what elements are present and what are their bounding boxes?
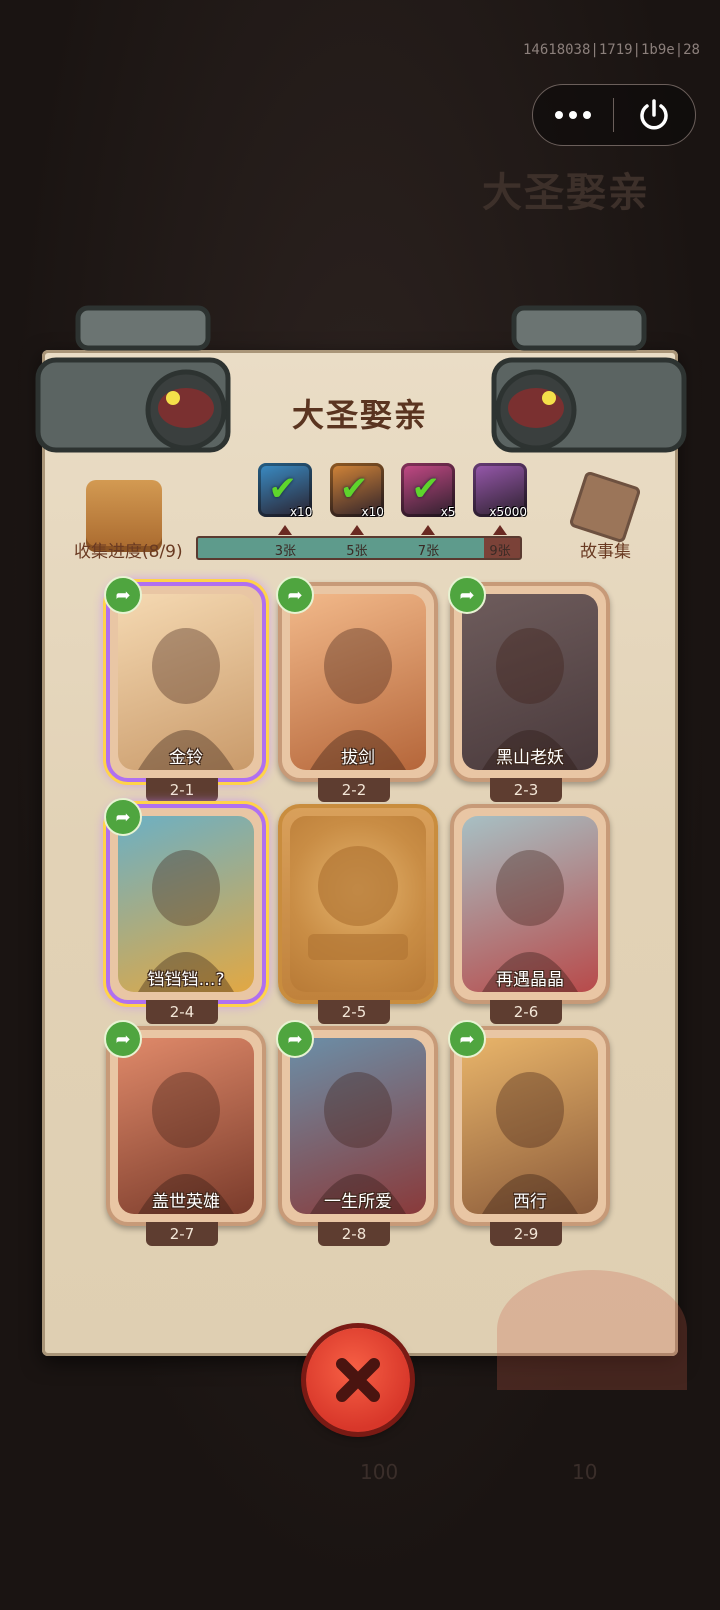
panel-title: 大圣娶亲 — [291, 396, 428, 434]
card-number-tag: 2-1 — [146, 778, 218, 802]
story-card[interactable] — [278, 804, 438, 1004]
milestone-label: 9张 — [489, 544, 511, 559]
power-icon — [640, 99, 668, 130]
collection-progress-label: 收集进度(8/9) — [74, 542, 183, 562]
reward-quantity: x5 — [440, 505, 456, 519]
milestone-reward-chest[interactable]: ✔ x10 — [329, 463, 384, 519]
milestone-label: 7张 — [417, 544, 440, 559]
milestone-label: 3张 — [274, 544, 296, 559]
claimed-check-icon: ✔ — [339, 469, 369, 509]
milestone-marker — [349, 525, 364, 535]
milestone-reward-chest[interactable]: x5000 — [473, 463, 527, 519]
camera-decoration-right-icon — [491, 305, 687, 453]
progress-bar-fill — [198, 538, 485, 558]
close-button[interactable] — [306, 1328, 410, 1432]
card-number-tag: 2-6 — [490, 1000, 562, 1024]
share-icon[interactable]: ➦ — [448, 576, 486, 614]
camera-decoration-left-icon — [35, 305, 231, 453]
milestone-marker — [278, 525, 293, 535]
card-number-tag: 2-5 — [318, 1000, 390, 1024]
card-title: 西行 — [513, 1192, 547, 1212]
card-number-tag: 2-2 — [318, 778, 390, 802]
background-value-left: 100 — [360, 1460, 399, 1484]
card-number-tag: 2-9 — [490, 1222, 562, 1246]
claimed-check-icon: ✔ — [268, 469, 297, 509]
share-icon[interactable]: ➦ — [104, 798, 142, 836]
share-icon[interactable]: ➦ — [104, 1020, 142, 1058]
milestone-reward-chest[interactable]: ✔ x5 — [401, 463, 456, 519]
card-title: 再遇晶晶 — [496, 970, 564, 990]
card-number-tag: 2-3 — [490, 778, 562, 802]
card-title: 一生所爱 — [324, 1192, 392, 1212]
card-title: 拔剑 — [341, 748, 375, 768]
card-title: 铛铛铛…? — [147, 970, 225, 990]
more-button[interactable] — [533, 85, 613, 145]
reward-quantity: x5000 — [489, 505, 527, 519]
milestone-label: 5张 — [346, 544, 368, 559]
card-number-tag: 2-4 — [146, 1000, 218, 1024]
close-x-icon — [336, 1358, 380, 1402]
milestone-marker — [421, 525, 436, 535]
mini-program-capsule — [532, 84, 696, 146]
card-title: 黑山老妖 — [496, 748, 564, 768]
share-icon[interactable]: ➦ — [104, 576, 142, 614]
exit-button[interactable] — [614, 85, 694, 145]
card-title: 盖世英雄 — [152, 1192, 220, 1212]
debug-id-text: 14618038|1719|1b9e|28 — [522, 42, 700, 58]
story-card[interactable]: 再遇晶晶 — [450, 804, 610, 1004]
locked-card-silhouette — [290, 816, 426, 992]
more-dots-icon — [555, 111, 591, 119]
claimed-check-icon: ✔ — [411, 469, 440, 509]
milestone-marker — [493, 525, 507, 535]
card-title: 金铃 — [169, 748, 203, 768]
reward-quantity: x10 — [289, 505, 313, 519]
story-collection-label[interactable]: 故事集 — [580, 537, 631, 562]
wax-seal-stamp — [497, 1270, 687, 1390]
reward-quantity: x10 — [361, 505, 384, 519]
milestone-reward-chest[interactable]: ✔ x10 — [258, 463, 313, 519]
share-icon[interactable]: ➦ — [276, 576, 314, 614]
background-event-title: 大圣娶亲 — [482, 170, 650, 216]
card-number-tag: 2-8 — [318, 1222, 390, 1246]
share-icon[interactable]: ➦ — [448, 1020, 486, 1058]
share-icon[interactable]: ➦ — [276, 1020, 314, 1058]
card-number-tag: 2-7 — [146, 1222, 218, 1246]
background-value-right: 10 — [572, 1460, 598, 1484]
